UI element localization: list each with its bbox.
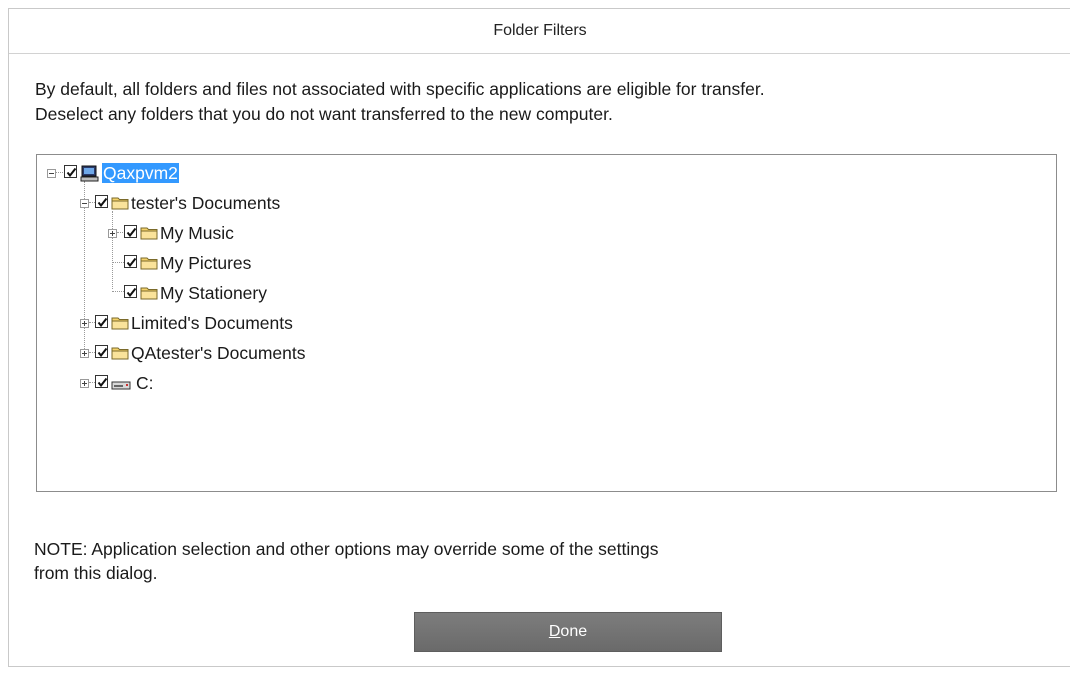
folder-filters-dialog: Folder Filters By default, all folders a… [8,8,1070,667]
expand-icon[interactable] [80,379,89,388]
checkbox[interactable] [95,345,108,358]
description-text: By default, all folders and files not as… [35,77,765,127]
checkbox[interactable] [124,255,137,268]
checkbox[interactable] [95,315,108,328]
done-mnemonic: D [548,623,561,640]
tree-node-label: QAtester's Documents [131,343,306,363]
done-label: one [560,623,588,640]
expand-icon[interactable] [80,319,89,328]
folder-icon [140,255,158,275]
tree-node-label: My Music [160,223,234,243]
dialog-title: Folder Filters [493,22,587,39]
tree-node-label: My Pictures [160,253,252,273]
folder-icon [140,225,158,245]
title-bar: Folder Filters [9,9,1070,54]
tree-node-qatesters-documents[interactable]: QAtester's Documents [37,342,437,366]
checkbox[interactable] [95,375,108,388]
note-text: NOTE: Application selection and other op… [34,537,659,585]
tree-node-c-drive[interactable]: C: [37,372,437,396]
tree-node-limiteds-documents[interactable]: Limited's Documents [37,312,437,336]
checkbox[interactable] [64,165,77,178]
description-line-2: Deselect any folders that you do not wan… [35,104,613,124]
expand-icon[interactable] [80,349,89,358]
done-button[interactable]: Done [414,612,722,652]
drive-icon [111,378,131,396]
tree-node-qaxpvm2[interactable]: Qaxpvm2 [37,162,437,186]
expand-icon[interactable] [108,229,117,238]
note-line-2: from this dialog. [34,563,158,583]
collapse-icon[interactable] [47,169,56,178]
folder-icon [111,315,129,335]
computer-icon [80,165,100,188]
folder-tree[interactable]: Qaxpvm2 tester's Documents My Music My P… [36,154,1057,492]
folder-icon [140,285,158,305]
note-line-1: NOTE: Application selection and other op… [34,539,659,559]
tree-node-label: My Stationery [160,283,267,303]
folder-icon [111,345,129,365]
tree-node-label: tester's Documents [131,193,281,213]
tree-node-my-pictures[interactable]: My Pictures [37,252,437,276]
collapse-icon[interactable] [80,199,89,208]
tree-node-my-stationery[interactable]: My Stationery [37,282,437,306]
description-line-1: By default, all folders and files not as… [35,79,765,99]
checkbox[interactable] [95,195,108,208]
folder-icon [111,195,129,215]
tree-node-testers-documents[interactable]: tester's Documents [37,192,437,216]
checkbox[interactable] [124,225,137,238]
tree-node-label: C: [136,373,154,393]
tree-node-label: Limited's Documents [131,313,293,333]
tree-node-label: Qaxpvm2 [102,163,179,183]
checkbox[interactable] [124,285,137,298]
tree-node-my-music[interactable]: My Music [37,222,437,246]
